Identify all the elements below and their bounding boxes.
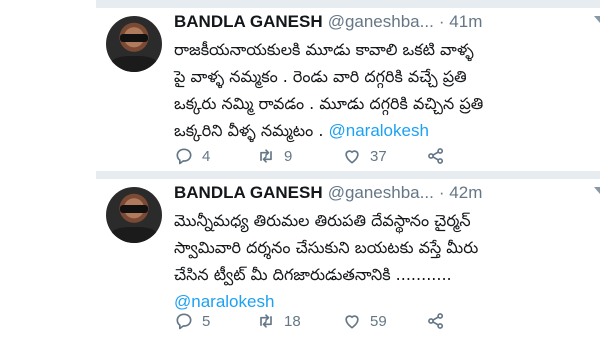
tweet-text-line: చేసిన ట్వీట్ మీ దిగజారుడుతనానికి .......… [174,265,452,284]
retweet-button[interactable]: 18 [256,311,301,331]
tweet-text: రాజకీయనాయకులకి మూడు కావాలి ఒకటి వాళ్ళ పై… [174,36,600,144]
retweet-icon [260,314,272,328]
retweet-button[interactable]: 9 [256,146,292,166]
chevron-down-icon[interactable] [594,187,600,194]
tweet-actions: 4 9 37 [174,146,594,166]
reply-count: 5 [202,312,211,330]
share-icon [428,148,444,164]
like-count: 59 [370,312,387,330]
tweet-header: BANDLA GANESH @ganeshba... · 42m [174,183,594,205]
heart-icon [345,315,359,329]
avatar-shirt [110,56,158,72]
author-handle[interactable]: @ganeshba... [328,12,434,31]
like-button[interactable]: 59 [342,311,387,331]
avatar[interactable] [106,16,162,72]
share-button[interactable] [426,146,446,166]
share-button[interactable] [426,311,446,331]
mention-link[interactable]: @naralokesh [174,292,274,311]
avatar-sunglasses [120,34,148,42]
tweet-time[interactable]: 42m [449,183,482,202]
timeline-feed: BANDLA GANESH @ganeshba... · 41m రాజకీయన… [96,0,600,338]
author-name[interactable]: BANDLA GANESH [174,12,323,31]
share-icon [428,313,444,329]
chevron-down-icon[interactable] [594,16,600,23]
avatar-sunglasses [120,205,148,213]
reply-icon [176,148,192,165]
reply-count: 4 [202,147,211,165]
retweet-icon [260,149,272,163]
like-button[interactable]: 37 [342,146,387,166]
timeline-divider [96,0,600,8]
header-separator: · [438,12,450,31]
tweet-text-line: మొన్నీమధ్య తిరుమల తిరుపతి దేవస్థానం చైర్… [174,211,471,230]
avatar[interactable] [106,187,162,243]
tweet-header: BANDLA GANESH @ganeshba... · 41m [174,12,594,34]
retweet-count: 9 [284,147,293,165]
author-name[interactable]: BANDLA GANESH [174,183,323,202]
reply-button[interactable]: 5 [174,311,210,331]
reply-icon [176,313,192,330]
tweet-text-line: రాజకీయనాయకులకి మూడు కావాలి ఒకటి వాళ్ళ [174,40,474,59]
reply-button[interactable]: 4 [174,146,210,166]
tweet-card[interactable]: BANDLA GANESH @ganeshba... · 41m రాజకీయన… [96,8,600,171]
tweet-text-line: ఒక్కరు నమ్మి రావడం . మూడు దగ్గరికి వచ్చి… [174,94,484,113]
tweet-actions: 5 18 59 [174,311,594,331]
tweet-text-line-with-mention: ఒక్కరిని వీళ్ళ నమ్మటం . @naralokesh [174,117,600,144]
tweet-text-line: ఒక్కరిని వీళ్ళ నమ్మటం . [174,121,324,140]
retweet-count: 18 [284,312,301,330]
tweet-text-line: పై వాళ్ళ నమ్మకం . రెండు వారి దగ్గరికి వచ… [174,67,467,86]
tweet-card[interactable]: BANDLA GANESH @ganeshba... · 42m మొన్నీమ… [96,179,600,338]
tweet-time[interactable]: 41m [449,12,482,31]
tweet-divider [96,171,600,179]
author-handle[interactable]: @ganeshba... [328,183,434,202]
tweet-text: మొన్నీమధ్య తిరుమల తిరుపతి దేవస్థానం చైర్… [174,207,600,315]
tweet-text-line: స్వామివారి దర్శనం చేసుకుని బయటకు వస్తే మ… [174,238,479,257]
heart-icon [345,150,359,164]
like-count: 37 [370,147,387,165]
mention-link[interactable]: @naralokesh [329,121,429,140]
avatar-shirt [110,227,158,243]
header-separator: · [438,183,450,202]
